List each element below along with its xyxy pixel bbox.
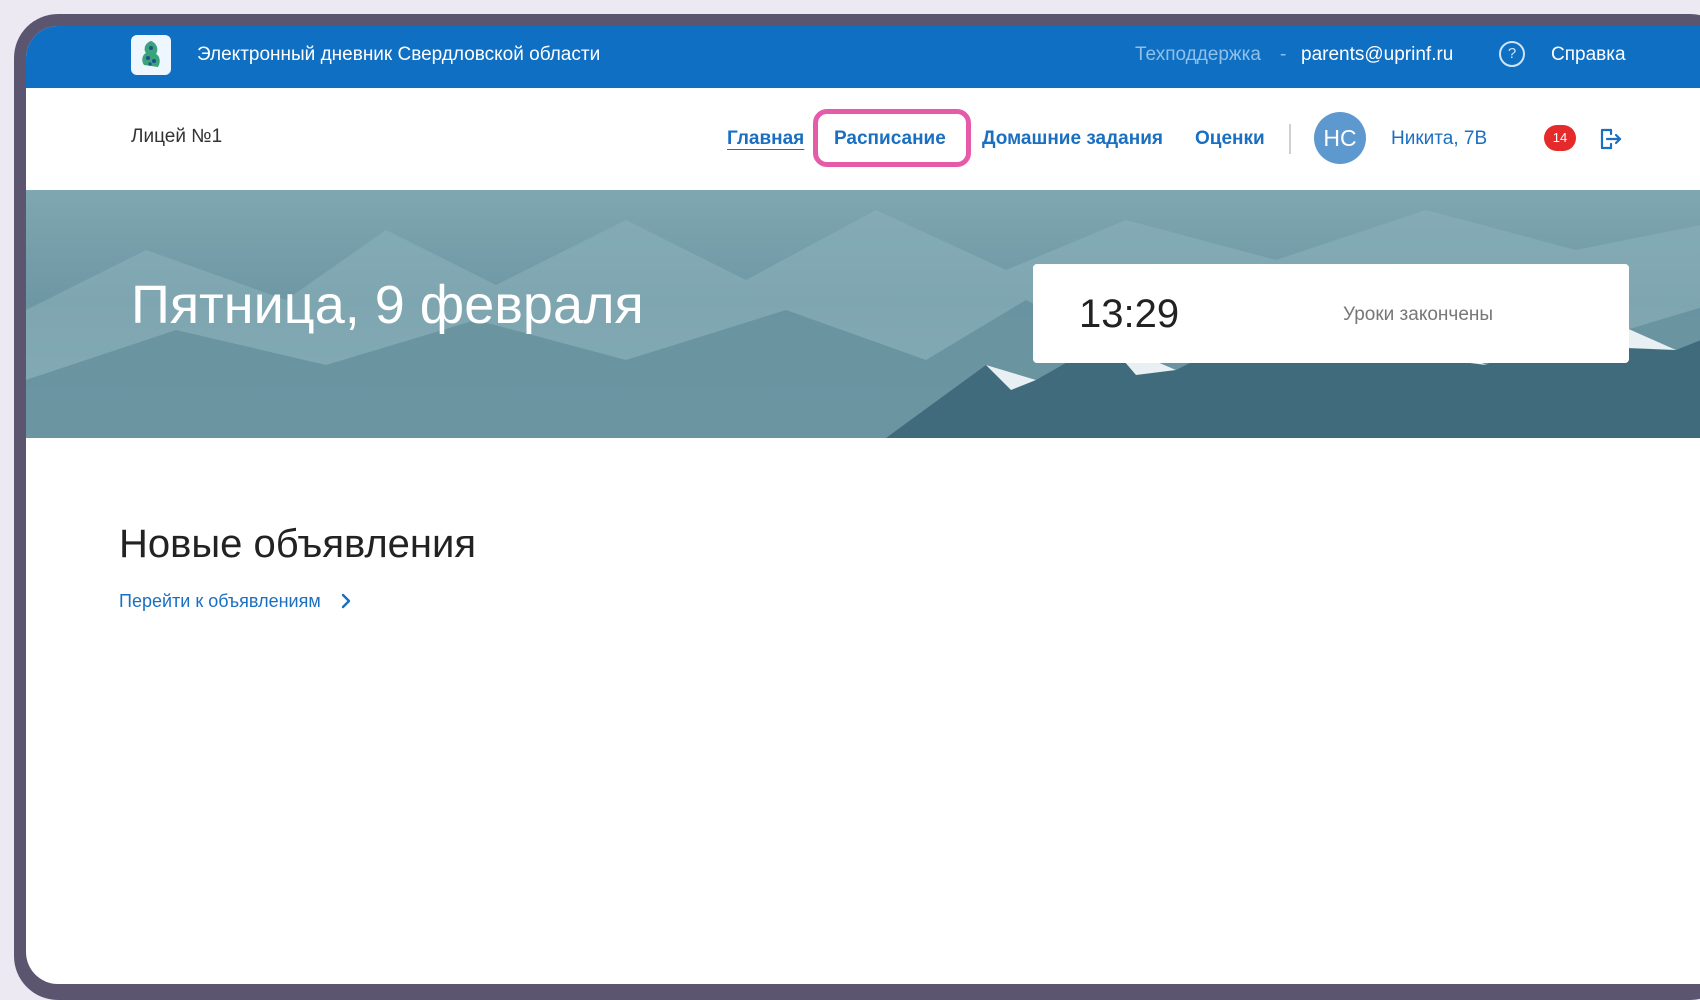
current-date: Пятница, 9 февраля: [131, 275, 644, 335]
current-time: 13:29: [1079, 292, 1180, 336]
support-label: Техподдержка: [1135, 44, 1261, 65]
avatar[interactable]: НС: [1314, 112, 1366, 164]
notifications-badge[interactable]: 14: [1544, 125, 1576, 151]
user-name[interactable]: Никита, 7В: [1391, 128, 1487, 150]
support-separator: -: [1280, 44, 1287, 65]
app-screen: Электронный дневник Свердловской области…: [26, 26, 1700, 984]
nav-link-schedule[interactable]: Расписание: [834, 128, 946, 150]
announcements-link[interactable]: Перейти к объявлениям: [119, 591, 321, 612]
help-link[interactable]: Справка: [1551, 44, 1626, 66]
app-title[interactable]: Электронный дневник Свердловской области: [197, 44, 600, 66]
chevron-right-icon[interactable]: [338, 592, 354, 610]
lessons-status: Уроки закончены: [1343, 304, 1494, 325]
top-header-bar: Электронный дневник Свердловской области…: [26, 26, 1700, 88]
app-logo-icon[interactable]: [131, 35, 171, 75]
help-circle-icon[interactable]: ?: [1499, 41, 1525, 67]
nav-link-home[interactable]: Главная: [727, 128, 804, 150]
logout-icon[interactable]: [1597, 126, 1623, 152]
support-email-link[interactable]: parents@uprinf.ru: [1301, 44, 1453, 66]
nav-link-grades[interactable]: Оценки: [1195, 128, 1265, 150]
announcements-title: Новые объявления: [119, 522, 476, 566]
nav-divider: [1289, 124, 1291, 154]
main-nav-bar: Лицей №1 Главная Расписание Домашние зад…: [26, 88, 1700, 192]
time-card: 13:29 Уроки закончены: [1033, 264, 1629, 363]
school-name: Лицей №1: [131, 126, 223, 147]
nav-link-homework[interactable]: Домашние задания: [982, 128, 1163, 150]
hero-banner: Пятница, 9 февраля 13:29 Уроки закончены: [26, 190, 1700, 438]
